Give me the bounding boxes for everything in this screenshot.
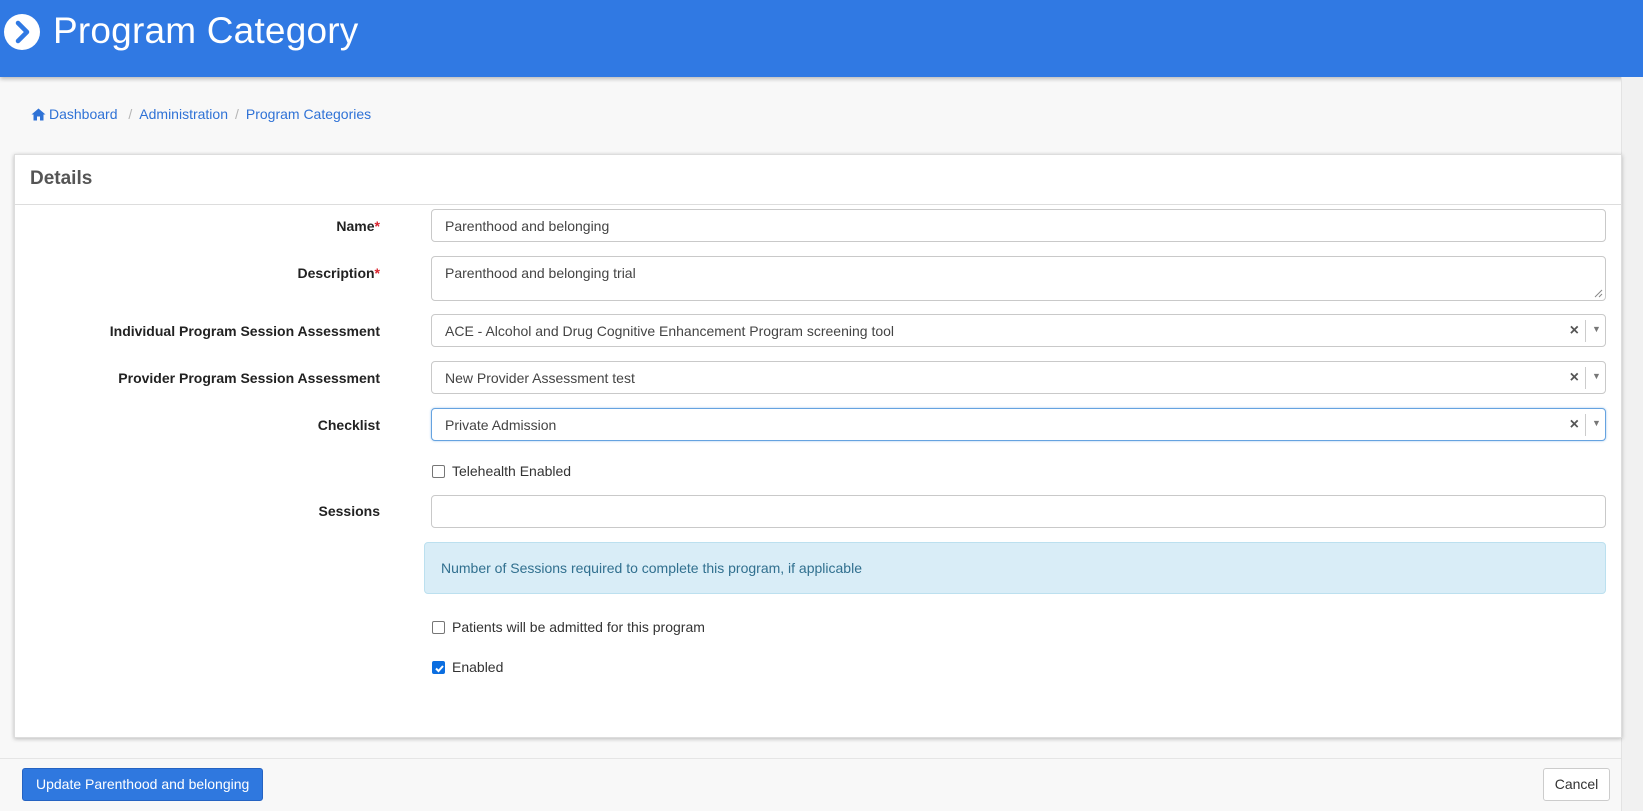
page-header: Program Category	[0, 0, 1643, 77]
provider-assessment-value: New Provider Assessment test	[445, 370, 635, 386]
chevron-down-icon: ▼	[1592, 418, 1601, 428]
name-label: Name*	[336, 218, 380, 234]
chevron-down-icon: ▼	[1592, 324, 1601, 334]
required-marker: *	[374, 265, 380, 281]
admitted-checkbox-row[interactable]: Patients will be admitted for this progr…	[432, 619, 705, 635]
enabled-label: Enabled	[452, 659, 504, 675]
telehealth-label: Telehealth Enabled	[452, 463, 572, 479]
individual-assessment-value: ACE - Alcohol and Drug Cognitive Enhance…	[445, 323, 895, 339]
checkmark-icon	[435, 665, 444, 673]
clear-icon[interactable]: ×	[1570, 369, 1579, 387]
breadcrumb-dashboard[interactable]: Dashboard	[31, 106, 121, 122]
breadcrumb: Dashboard / Administration / Program Catego…	[31, 106, 371, 122]
description-label: Description*	[298, 265, 380, 281]
panel-title: Details	[30, 168, 93, 189]
breadcrumb-separator: /	[234, 106, 239, 122]
chevron-right-circle-icon[interactable]	[4, 14, 40, 50]
description-textarea-value: Parenthood and belonging trial	[445, 265, 636, 281]
name-input-value: Parenthood and belonging	[445, 218, 610, 234]
details-panel: Details Name* Parenthood and belonging D…	[14, 154, 1622, 738]
sessions-input[interactable]	[431, 495, 1606, 528]
update-button[interactable]: Update Parenthood and belonging	[22, 768, 264, 801]
dropdown-toggle[interactable]: ▼	[1585, 320, 1605, 342]
telehealth-checkbox-row[interactable]: Telehealth Enabled	[432, 463, 571, 479]
checklist-label: Checklist	[317, 417, 380, 433]
provider-assessment-label: Provider Program Session Assessment	[118, 370, 380, 386]
breadcrumb-separator: /	[128, 106, 133, 122]
sessions-help-alert: Number of Sessions required to complete …	[424, 542, 1606, 594]
sessions-label: Sessions	[318, 503, 380, 519]
breadcrumb-administration[interactable]: Administration	[139, 106, 228, 122]
form-footer: Update Parenthood and belonging Cancel	[0, 758, 1621, 811]
name-input[interactable]: Parenthood and belonging	[431, 209, 1606, 242]
description-label-text: Description	[297, 265, 375, 281]
home-icon	[31, 108, 46, 121]
admitted-checkbox[interactable]	[432, 621, 445, 634]
breadcrumb-program-categories[interactable]: Program Categories	[246, 106, 371, 122]
scrollbar-track[interactable]	[1621, 77, 1643, 811]
provider-assessment-select[interactable]: New Provider Assessment test × ▼	[431, 361, 1606, 394]
checklist-select[interactable]: Private Admission × ▼	[431, 408, 1606, 441]
individual-assessment-select[interactable]: ACE - Alcohol and Drug Cognitive Enhance…	[431, 314, 1606, 347]
telehealth-checkbox[interactable]	[432, 465, 445, 478]
dropdown-toggle[interactable]: ▼	[1585, 414, 1605, 436]
clear-icon[interactable]: ×	[1570, 322, 1579, 340]
checklist-value: Private Admission	[445, 417, 557, 433]
required-marker: *	[374, 218, 380, 234]
individual-assessment-label: Individual Program Session Assessment	[109, 323, 380, 339]
panel-heading: Details	[15, 155, 1621, 205]
name-label-text: Name	[336, 218, 375, 234]
sessions-help-text: Number of Sessions required to complete …	[441, 560, 862, 576]
enabled-checkbox-row[interactable]: Enabled	[432, 659, 503, 675]
admitted-label: Patients will be admitted for this progr…	[452, 619, 705, 635]
page-title: Program Category	[53, 10, 359, 51]
resize-handle-icon[interactable]	[1594, 289, 1603, 298]
clear-icon[interactable]: ×	[1570, 416, 1579, 434]
breadcrumb-dashboard-label: Dashboard	[49, 106, 118, 122]
enabled-checkbox[interactable]	[432, 661, 445, 674]
description-textarea[interactable]: Parenthood and belonging trial	[431, 256, 1606, 301]
cancel-button[interactable]: Cancel	[1543, 768, 1610, 801]
chevron-down-icon: ▼	[1592, 371, 1601, 381]
dropdown-toggle[interactable]: ▼	[1585, 367, 1605, 389]
